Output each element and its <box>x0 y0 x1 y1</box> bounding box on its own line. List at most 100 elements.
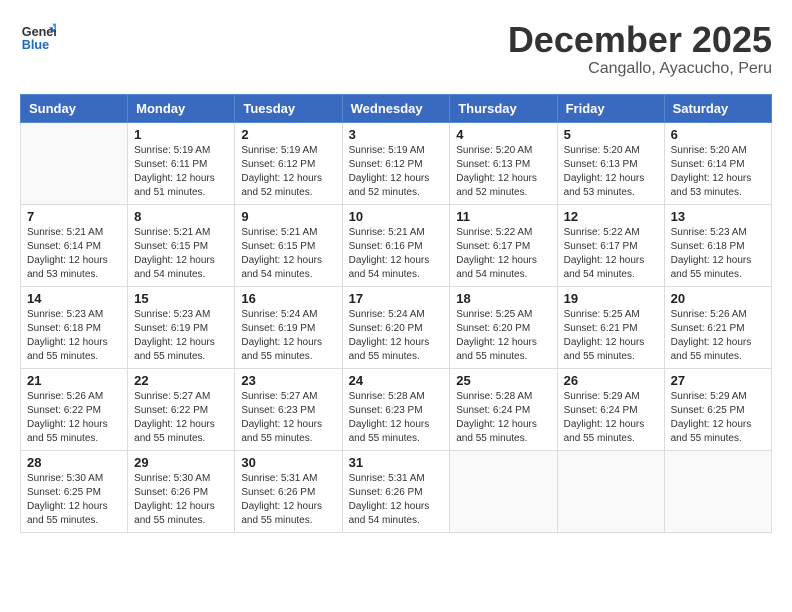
calendar-cell: 13 Sunrise: 5:23 AM Sunset: 6:18 PM Dayli… <box>664 204 771 286</box>
header-day-tuesday: Tuesday <box>235 94 342 122</box>
calendar-cell: 5Sunrise: 5:20 AM Sunset: 6:13 PM Daylig… <box>557 122 664 204</box>
day-number: 27 <box>671 373 765 388</box>
calendar-cell <box>664 450 771 532</box>
header-day-wednesday: Wednesday <box>342 94 450 122</box>
calendar-cell: 4Sunrise: 5:20 AM Sunset: 6:13 PM Daylig… <box>450 122 557 204</box>
day-info: Sunrise: 5:27 AM Sunset: 6:22 PM Dayligh… <box>134 390 228 446</box>
day-info: Sunrise: 5:31 AM Sunset: 6:26 PM Dayligh… <box>349 472 444 528</box>
calendar-cell: 26 Sunrise: 5:29 AM Sunset: 6:24 PM Dayli… <box>557 368 664 450</box>
day-number: 1 <box>134 127 228 142</box>
day-number: 10 <box>349 209 444 224</box>
calendar-cell: 31 Sunrise: 5:31 AM Sunset: 6:26 PM Dayli… <box>342 450 450 532</box>
calendar-cell: 30 Sunrise: 5:31 AM Sunset: 6:26 PM Dayli… <box>235 450 342 532</box>
day-info: Sunrise: 5:23 AM Sunset: 6:19 PM Dayligh… <box>134 308 228 364</box>
day-number: 20 <box>671 291 765 306</box>
calendar-cell: 23 Sunrise: 5:27 AM Sunset: 6:23 PM Dayli… <box>235 368 342 450</box>
page-header: General Blue December 2025 Cangallo, Aya… <box>20 20 772 78</box>
day-info: Sunrise: 5:29 AM Sunset: 6:24 PM Dayligh… <box>564 390 658 446</box>
calendar-cell: 20Sunrise: 5:26 AM Sunset: 6:21 PM Dayli… <box>664 286 771 368</box>
day-number: 5 <box>564 127 658 142</box>
calendar-cell: 19Sunrise: 5:25 AM Sunset: 6:21 PM Dayli… <box>557 286 664 368</box>
calendar-cell: 29 Sunrise: 5:30 AM Sunset: 6:26 PM Dayli… <box>128 450 235 532</box>
month-title: December 2025 <box>508 20 772 60</box>
day-number: 2 <box>241 127 335 142</box>
day-number: 31 <box>349 455 444 470</box>
calendar-cell: 17Sunrise: 5:24 AM Sunset: 6:20 PM Dayli… <box>342 286 450 368</box>
day-number: 24 <box>349 373 444 388</box>
day-number: 13 <box>671 209 765 224</box>
day-info: Sunrise: 5:21 AM Sunset: 6:15 PM Dayligh… <box>241 226 335 282</box>
day-info: Sunrise: 5:21 AM Sunset: 6:16 PM Dayligh… <box>349 226 444 282</box>
day-info: Sunrise: 5:28 AM Sunset: 6:24 PM Dayligh… <box>456 390 550 446</box>
day-info: Sunrise: 5:26 AM Sunset: 6:22 PM Dayligh… <box>27 390 121 446</box>
day-number: 7 <box>27 209 121 224</box>
day-number: 3 <box>349 127 444 142</box>
day-info: Sunrise: 5:25 AM Sunset: 6:20 PM Dayligh… <box>456 308 550 364</box>
calendar-table: SundayMondayTuesdayWednesdayThursdayFrid… <box>20 94 772 533</box>
day-number: 9 <box>241 209 335 224</box>
day-number: 8 <box>134 209 228 224</box>
calendar-cell: 9 Sunrise: 5:21 AM Sunset: 6:15 PM Daylig… <box>235 204 342 286</box>
day-info: Sunrise: 5:19 AM Sunset: 6:12 PM Dayligh… <box>349 144 444 200</box>
day-info: Sunrise: 5:23 AM Sunset: 6:18 PM Dayligh… <box>27 308 121 364</box>
calendar-week-4: 21 Sunrise: 5:26 AM Sunset: 6:22 PM Dayli… <box>21 368 772 450</box>
day-info: Sunrise: 5:19 AM Sunset: 6:12 PM Dayligh… <box>241 144 335 200</box>
day-info: Sunrise: 5:29 AM Sunset: 6:25 PM Dayligh… <box>671 390 765 446</box>
calendar-cell: 24 Sunrise: 5:28 AM Sunset: 6:23 PM Dayli… <box>342 368 450 450</box>
day-number: 22 <box>134 373 228 388</box>
calendar-cell: 1 Sunrise: 5:19 AM Sunset: 6:11 PM Daylig… <box>128 122 235 204</box>
day-info: Sunrise: 5:24 AM Sunset: 6:19 PM Dayligh… <box>241 308 335 364</box>
calendar-cell: 6 Sunrise: 5:20 AM Sunset: 6:14 PM Daylig… <box>664 122 771 204</box>
day-number: 14 <box>27 291 121 306</box>
day-info: Sunrise: 5:21 AM Sunset: 6:15 PM Dayligh… <box>134 226 228 282</box>
day-number: 28 <box>27 455 121 470</box>
calendar-header-row: SundayMondayTuesdayWednesdayThursdayFrid… <box>21 94 772 122</box>
calendar-cell: 12Sunrise: 5:22 AM Sunset: 6:17 PM Dayli… <box>557 204 664 286</box>
header-day-friday: Friday <box>557 94 664 122</box>
day-number: 29 <box>134 455 228 470</box>
day-number: 4 <box>456 127 550 142</box>
calendar-week-3: 14 Sunrise: 5:23 AM Sunset: 6:18 PM Dayli… <box>21 286 772 368</box>
day-info: Sunrise: 5:20 AM Sunset: 6:14 PM Dayligh… <box>671 144 765 200</box>
day-number: 15 <box>134 291 228 306</box>
day-number: 11 <box>456 209 550 224</box>
header-day-thursday: Thursday <box>450 94 557 122</box>
day-number: 18 <box>456 291 550 306</box>
logo: General Blue <box>20 20 56 56</box>
calendar-cell: 7 Sunrise: 5:21 AM Sunset: 6:14 PM Daylig… <box>21 204 128 286</box>
day-number: 17 <box>349 291 444 306</box>
calendar-cell: 14 Sunrise: 5:23 AM Sunset: 6:18 PM Dayli… <box>21 286 128 368</box>
calendar-cell: 18 Sunrise: 5:25 AM Sunset: 6:20 PM Dayli… <box>450 286 557 368</box>
calendar-week-1: 1 Sunrise: 5:19 AM Sunset: 6:11 PM Daylig… <box>21 122 772 204</box>
day-info: Sunrise: 5:28 AM Sunset: 6:23 PM Dayligh… <box>349 390 444 446</box>
day-number: 21 <box>27 373 121 388</box>
calendar-cell <box>21 122 128 204</box>
logo-icon: General Blue <box>20 20 56 56</box>
day-info: Sunrise: 5:30 AM Sunset: 6:25 PM Dayligh… <box>27 472 121 528</box>
day-number: 23 <box>241 373 335 388</box>
day-number: 26 <box>564 373 658 388</box>
calendar-cell: 10 Sunrise: 5:21 AM Sunset: 6:16 PM Dayli… <box>342 204 450 286</box>
day-info: Sunrise: 5:21 AM Sunset: 6:14 PM Dayligh… <box>27 226 121 282</box>
title-block: December 2025 Cangallo, Ayacucho, Peru <box>508 20 772 78</box>
day-info: Sunrise: 5:19 AM Sunset: 6:11 PM Dayligh… <box>134 144 228 200</box>
day-info: Sunrise: 5:22 AM Sunset: 6:17 PM Dayligh… <box>456 226 550 282</box>
calendar-cell: 25 Sunrise: 5:28 AM Sunset: 6:24 PM Dayli… <box>450 368 557 450</box>
day-info: Sunrise: 5:31 AM Sunset: 6:26 PM Dayligh… <box>241 472 335 528</box>
calendar-cell: 22 Sunrise: 5:27 AM Sunset: 6:22 PM Dayli… <box>128 368 235 450</box>
day-number: 25 <box>456 373 550 388</box>
day-number: 6 <box>671 127 765 142</box>
calendar-cell: 28 Sunrise: 5:30 AM Sunset: 6:25 PM Dayli… <box>21 450 128 532</box>
calendar-cell: 8 Sunrise: 5:21 AM Sunset: 6:15 PM Daylig… <box>128 204 235 286</box>
header-day-saturday: Saturday <box>664 94 771 122</box>
day-number: 30 <box>241 455 335 470</box>
calendar-week-2: 7 Sunrise: 5:21 AM Sunset: 6:14 PM Daylig… <box>21 204 772 286</box>
day-info: Sunrise: 5:30 AM Sunset: 6:26 PM Dayligh… <box>134 472 228 528</box>
calendar-cell: 2 Sunrise: 5:19 AM Sunset: 6:12 PM Daylig… <box>235 122 342 204</box>
location-subtitle: Cangallo, Ayacucho, Peru <box>508 60 772 78</box>
calendar-week-5: 28 Sunrise: 5:30 AM Sunset: 6:25 PM Dayli… <box>21 450 772 532</box>
day-info: Sunrise: 5:23 AM Sunset: 6:18 PM Dayligh… <box>671 226 765 282</box>
day-info: Sunrise: 5:27 AM Sunset: 6:23 PM Dayligh… <box>241 390 335 446</box>
day-number: 12 <box>564 209 658 224</box>
header-day-sunday: Sunday <box>21 94 128 122</box>
